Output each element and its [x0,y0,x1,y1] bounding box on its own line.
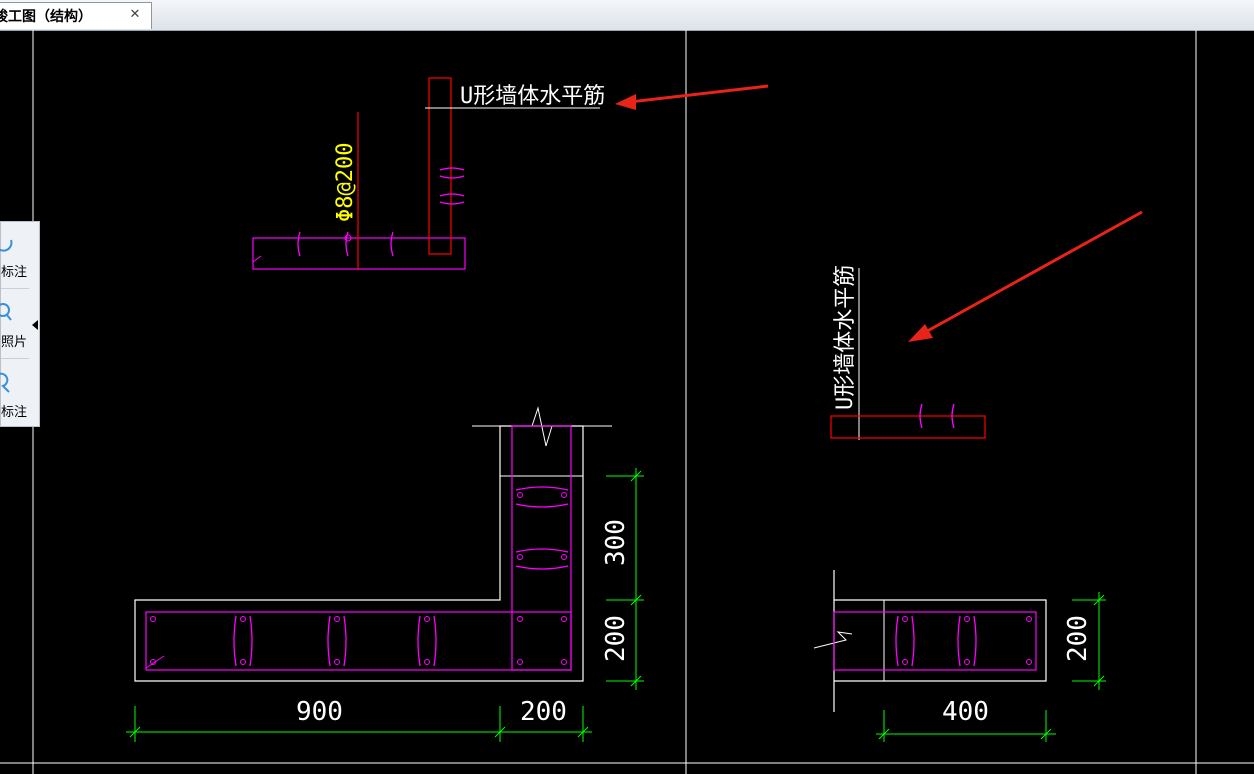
dim-400: 400 [942,697,989,727]
dim-200-bottom: 200 [520,697,567,727]
dimension-lines-right [876,592,1106,742]
side-item-photo[interactable]: 照片 [0,292,29,356]
side-item-label: 标注 [1,405,28,420]
side-item-annotation[interactable]: 标注 [0,362,29,426]
section-right [813,570,1047,712]
dim-900: 900 [296,697,343,727]
measure-icon [0,239,13,252]
document-tab-bar: 竣工图（结构） ✕ [0,0,1254,31]
side-divider [1,358,29,359]
u-wall-label-top: U形墙体水平筋 [460,84,605,109]
close-icon[interactable]: ✕ [127,7,143,23]
side-divider [1,288,29,289]
cad-drawing-canvas[interactable]: U形墙体水平筋 Φ8@200 U形墙体水平筋 900 200 300 200 4… [0,30,1254,774]
annotation-arrow-right [908,210,1143,342]
u-wall-label-right: U形墙体水平筋 [833,265,858,410]
side-item-measure[interactable]: 标注 [0,222,29,286]
side-item-label: 标注 [1,265,28,280]
side-item-label: 照片 [1,335,28,350]
zoom-photo-icon [0,303,12,321]
document-tab[interactable]: 竣工图（结构） ✕ [0,2,152,29]
annotation-icon [0,372,10,393]
section-l-shape [134,406,612,682]
triangle-left-icon[interactable] [30,318,40,332]
rebar-spec-label: Φ8@200 [333,143,358,222]
annotation-arrow-top [615,84,769,110]
side-tool-panel: 标注 照片 标注 [0,221,40,427]
dim-200-right: 200 [1063,615,1093,662]
document-tab-title: 竣工图（结构） [0,9,92,25]
dim-300: 300 [601,519,631,566]
dim-200-vertical: 200 [601,615,631,662]
